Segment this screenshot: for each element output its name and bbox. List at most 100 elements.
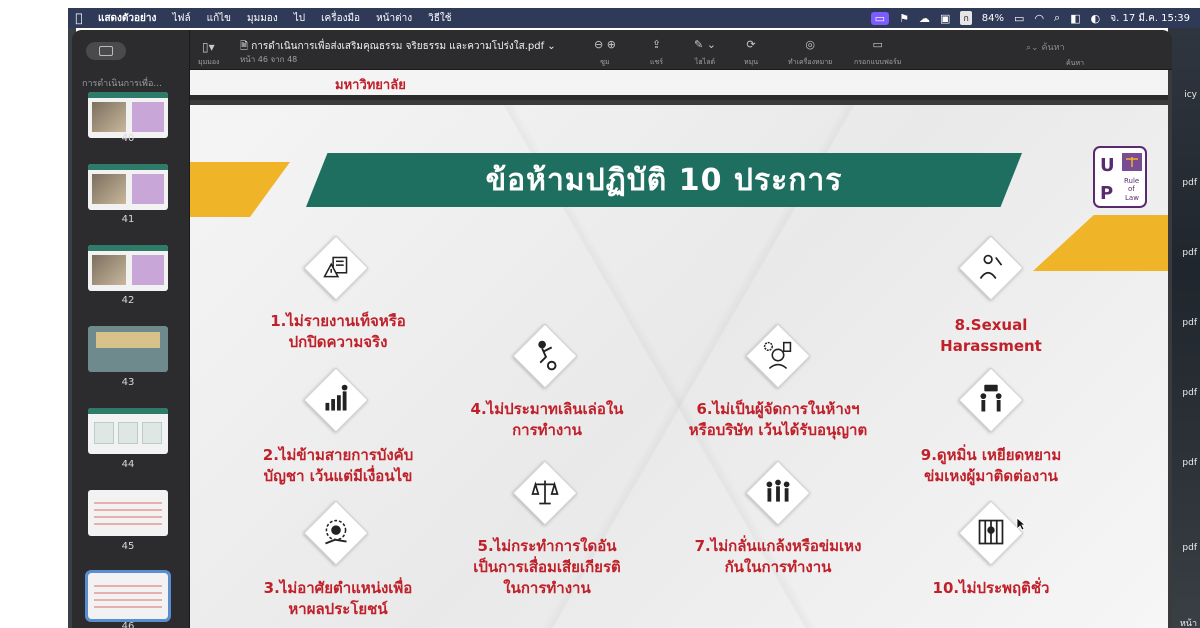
cloud-icon[interactable]: ☁ — [919, 12, 930, 25]
slide-title: ข้อห้ามปฏิบัติ 10 ประการ — [485, 162, 843, 198]
input-method-indicator[interactable]: ก — [960, 11, 972, 25]
page-thumbnail[interactable] — [88, 245, 168, 291]
rule-text: 6.ไม่เป็นผู้จัดการในห้างฯ — [696, 400, 860, 418]
desktop-label[interactable]: icy — [1184, 90, 1197, 100]
zoom-label: ซูม — [600, 58, 610, 66]
menu-edit[interactable]: แก้ไข — [199, 11, 239, 26]
previous-page-bottom: มหาวิทยาลัย — [190, 70, 1168, 100]
page-thumbnail[interactable] — [88, 490, 168, 536]
highlight-button[interactable]: ✎ ⌄ ไฮไลต์ — [694, 38, 716, 68]
mouse-cursor-icon — [1016, 517, 1026, 531]
menu-bar:  แสดงตัวอย่าง ไฟล์ แก้ไข มุมมอง ไป เครื… — [68, 8, 1200, 28]
page-thumbnail-number: 45 — [121, 541, 135, 552]
zoom-icon: ⊖ ⊕ — [594, 38, 616, 51]
menu-help[interactable]: วิธีใช้ — [420, 11, 459, 26]
rule-text: กันในการทำงาน — [724, 558, 832, 576]
rule-text: ในการทำงาน — [503, 579, 591, 597]
battery-icon[interactable]: ▭ — [1014, 12, 1024, 25]
share-button[interactable]: ⇪ แชร์ — [650, 38, 663, 68]
rule-text: 10.ไม่ประพฤติชั่ว — [932, 579, 1050, 597]
rule-text: หาผลประโยชน์ — [288, 600, 388, 618]
flag-icon[interactable]: ◐ — [1091, 12, 1101, 25]
status-area: ▭ ⚑ ☁ ▣ ก 84% ▭ ◠ ⌕ ◧ ◐ จ. 17 มี.ค. 15:3… — [870, 11, 1200, 26]
desktop-label[interactable]: pdf — [1182, 248, 1197, 258]
rule-text: 9.ดูหมิ่น เหยียดหยาม — [920, 446, 1062, 464]
desktop-label[interactable]: pdf — [1182, 388, 1197, 398]
menu-clock[interactable]: จ. 17 มี.ค. 15:39 — [1110, 11, 1190, 26]
rule-text: 5.ไม่กระทำการใดอัน — [477, 537, 617, 555]
rule-text: 1.ไม่รายงานเท็จหรือ — [270, 312, 406, 330]
desktop-label[interactable]: pdf — [1182, 178, 1197, 188]
rule-text: 8.Sexual — [954, 316, 1028, 334]
form-icon: ▭ — [872, 38, 883, 51]
rule-text: ข่มเหงผู้มาติดต่องาน — [924, 467, 1058, 485]
desktop-label[interactable]: pdf — [1182, 458, 1197, 468]
markup-button[interactable]: ◎ ทำเครื่องหมาย — [788, 38, 832, 68]
svg-text:U: U — [1100, 155, 1115, 176]
highlight-label: ไฮไลต์ — [694, 58, 716, 66]
up-rule-of-law-logo: U P Rule of Law — [1093, 146, 1147, 208]
menu-tools[interactable]: เครื่องมือ — [313, 11, 368, 26]
rotate-label: หมุน — [744, 58, 759, 66]
fill-form-button[interactable]: ▭ กรอกแบบฟอร์ม — [854, 38, 901, 68]
rule-text: Harassment — [940, 337, 1042, 355]
search-label: ค้นหา — [1066, 59, 1085, 67]
document-view[interactable]: มหาวิทยาลัย ข้อห้ามปฏิบัติ 10 ประการ U P… — [190, 70, 1172, 628]
page-thumbnail[interactable] — [88, 326, 168, 372]
rule-text: การทำงาน — [512, 421, 582, 439]
page-thumbnail-number: 42 — [121, 295, 135, 306]
page-indicator: หน้า 46 จาก 48 — [240, 55, 298, 64]
page-thumbnail-number: 44 — [121, 459, 135, 470]
page-thumbnail[interactable] — [88, 408, 168, 454]
battery-percentage[interactable]: 84% — [982, 13, 1004, 24]
slide-page: ข้อห้ามปฏิบัติ 10 ประการ U P Rule of Law — [190, 105, 1168, 628]
sidebar-view-icon[interactable]: ▯▾ — [202, 40, 215, 54]
rule-text: 3.ไม่อาศัยตำแหน่งเพื่อ — [263, 579, 413, 597]
rule-text: หรือบริษัท เว้นได้รับอนุญาต — [688, 421, 868, 439]
svg-text:Rule: Rule — [1124, 177, 1139, 185]
search-placeholder: ค้นหา — [1041, 43, 1065, 53]
menu-app[interactable]: แสดงตัวอย่าง — [90, 11, 164, 26]
share-icon: ⇪ — [651, 38, 662, 51]
menu-file[interactable]: ไฟล์ — [164, 11, 198, 26]
svg-text:P: P — [1100, 183, 1113, 204]
page-thumbnail-number: 43 — [121, 377, 135, 388]
sidebar-view-label: มุมมอง — [198, 58, 220, 66]
toolbar: ▯▾ มุมมอง 🗎 การดำเนินการเพื่อส่งเสริมคุณ… — [190, 30, 1172, 70]
network-status-icon[interactable]: ⚑ — [899, 12, 909, 25]
page-thumbnail[interactable] — [88, 92, 168, 138]
apple-icon[interactable]:  — [68, 11, 90, 25]
search-field[interactable]: ⌕⌄ ค้นหา — [1026, 40, 1065, 54]
markup-label: ทำเครื่องหมาย — [788, 58, 833, 66]
pen-icon: ✎ ⌄ — [694, 38, 716, 51]
menu-window[interactable]: หน้าต่าง — [368, 11, 420, 26]
sidebar-toggle-button[interactable] — [86, 42, 126, 60]
page-thumbnail[interactable] — [88, 164, 168, 210]
zoom-control[interactable]: ⊖ ⊕ ซูม — [594, 38, 616, 68]
rule-text: เป็นการเสื่อมเสียเกียรติ — [473, 558, 621, 576]
search-icon[interactable]: ⌕ — [1054, 11, 1060, 25]
page-thumbnail-number: 41 — [121, 214, 135, 225]
rule-text: ปกปิดความจริง — [288, 333, 388, 351]
thumbnail-sidebar: การดำเนินการเพื่อ... 40 41 42 43 44 45 4… — [72, 30, 190, 628]
sidebar-doc-title: การดำเนินการเพื่อ... — [82, 79, 162, 89]
rule-text: 2.ไม่ข้ามสายการบังคับ — [262, 446, 414, 464]
preview-window: การดำเนินการเพื่อ... 40 41 42 43 44 45 4… — [72, 30, 1172, 628]
desktop-label[interactable]: pdf — [1182, 543, 1197, 553]
menu-go[interactable]: ไป — [286, 11, 313, 26]
desktop-label[interactable]: หน้า — [1180, 616, 1197, 628]
menu-view[interactable]: มุมมอง — [239, 11, 286, 26]
media-icon[interactable]: ▣ — [940, 12, 950, 25]
title-banner: ข้อห้ามปฏิบัติ 10 ประการ — [306, 153, 1022, 207]
rotate-button[interactable]: ⟳ หมุน — [744, 38, 758, 68]
desktop-label[interactable]: pdf — [1182, 318, 1197, 328]
wifi-icon[interactable]: ◠ — [1034, 12, 1044, 25]
page-thumbnail-selected[interactable] — [85, 570, 171, 622]
sidebar-icon — [99, 46, 113, 56]
markup-icon: ◎ — [805, 38, 815, 51]
fill-form-label: กรอกแบบฟอร์ม — [854, 58, 902, 66]
previous-page-text: มหาวิทยาลัย — [335, 78, 406, 93]
share-label: แชร์ — [650, 58, 664, 66]
screen-record-icon[interactable]: ▭ — [870, 11, 890, 25]
control-center-icon[interactable]: ◧ — [1070, 12, 1080, 25]
